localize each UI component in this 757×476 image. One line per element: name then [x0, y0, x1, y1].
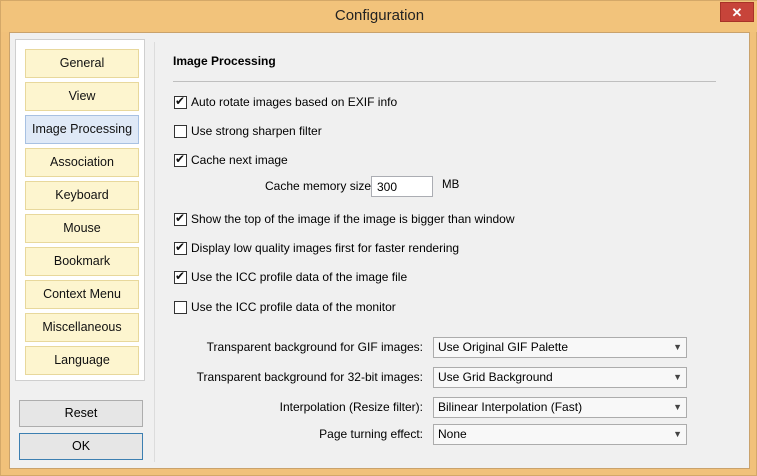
cache-next-label: Cache next image	[191, 153, 288, 167]
chevron-down-icon: ▼	[673, 429, 682, 439]
icc-image-label: Use the ICC profile data of the image fi…	[191, 270, 408, 284]
nav-item-bookmark[interactable]: Bookmark	[25, 247, 139, 276]
option-auto-rotate[interactable]: Auto rotate images based on EXIF info	[174, 94, 397, 110]
chevron-down-icon: ▼	[673, 402, 682, 412]
cache-next-checkbox[interactable]	[174, 152, 187, 167]
settings-panel: Image Processing Auto rotate images base…	[154, 42, 739, 462]
title-bar: Configuration ✕	[1, 1, 757, 32]
nav-item-keyboard[interactable]: Keyboard	[25, 181, 139, 210]
cache-memory-input[interactable]	[371, 176, 433, 197]
nav-item-image-processing[interactable]: Image Processing	[25, 115, 139, 144]
interpolation-value: Bilinear Interpolation (Fast)	[438, 400, 583, 414]
icc-monitor-label: Use the ICC profile data of the monitor	[191, 300, 396, 314]
page-turning-label: Page turning effect:	[319, 427, 423, 441]
option-icc-image[interactable]: Use the ICC profile data of the image fi…	[174, 269, 407, 285]
interpolation-select[interactable]: Bilinear Interpolation (Fast) ▼	[433, 397, 687, 418]
page-turning-select[interactable]: None ▼	[433, 424, 687, 445]
reset-button[interactable]: Reset	[19, 400, 143, 427]
show-top-checkbox[interactable]	[174, 211, 187, 226]
cache-memory-label: Cache memory size:	[265, 179, 375, 193]
option-cache-next[interactable]: Cache next image	[174, 152, 288, 168]
gif-background-select[interactable]: Use Original GIF Palette ▼	[433, 337, 687, 358]
nav-item-view[interactable]: View	[25, 82, 139, 111]
option-low-quality-first[interactable]: Display low quality images first for fas…	[174, 240, 459, 256]
configuration-window: Configuration ✕ General View Image Proce…	[0, 0, 757, 476]
window-title: Configuration	[334, 7, 425, 24]
32bit-background-value: Use Grid Background	[438, 370, 553, 384]
show-top-label: Show the top of the image if the image i…	[191, 212, 515, 226]
strong-sharpen-checkbox[interactable]	[174, 124, 187, 138]
gif-background-label: Transparent background for GIF images:	[206, 340, 423, 354]
cache-memory-unit: MB	[442, 179, 460, 191]
option-icc-monitor[interactable]: Use the ICC profile data of the monitor	[174, 299, 396, 315]
nav-item-language[interactable]: Language	[25, 346, 139, 375]
32bit-background-select[interactable]: Use Grid Background ▼	[433, 367, 687, 388]
dialog-body: General View Image Processing Associatio…	[9, 32, 750, 469]
section-divider	[173, 81, 716, 82]
option-show-top[interactable]: Show the top of the image if the image i…	[174, 211, 515, 227]
option-strong-sharpen[interactable]: Use strong sharpen filter	[174, 123, 322, 139]
chevron-down-icon: ▼	[673, 372, 682, 382]
nav-item-miscellaneous[interactable]: Miscellaneous	[25, 313, 139, 342]
auto-rotate-label: Auto rotate images based on EXIF info	[191, 95, 398, 109]
nav-item-context-menu[interactable]: Context Menu	[25, 280, 139, 309]
interpolation-label: Interpolation (Resize filter):	[279, 400, 423, 414]
low-quality-first-label: Display low quality images first for fas…	[191, 241, 460, 255]
auto-rotate-checkbox[interactable]	[174, 94, 187, 109]
page-turning-value: None	[438, 427, 467, 441]
nav-item-general[interactable]: General	[25, 49, 139, 78]
strong-sharpen-label: Use strong sharpen filter	[191, 124, 322, 138]
ok-button[interactable]: OK	[19, 433, 143, 460]
nav-item-mouse[interactable]: Mouse	[25, 214, 139, 243]
category-nav: General View Image Processing Associatio…	[15, 39, 145, 381]
section-title: Image Processing	[173, 54, 276, 68]
nav-item-association[interactable]: Association	[25, 148, 139, 177]
chevron-down-icon: ▼	[673, 342, 682, 352]
32bit-background-label: Transparent background for 32-bit images…	[196, 370, 423, 384]
low-quality-first-checkbox[interactable]	[174, 240, 187, 255]
gif-background-value: Use Original GIF Palette	[438, 340, 569, 354]
close-icon[interactable]: ✕	[720, 2, 754, 22]
icc-image-checkbox[interactable]	[174, 269, 187, 284]
icc-monitor-checkbox[interactable]	[174, 300, 187, 314]
